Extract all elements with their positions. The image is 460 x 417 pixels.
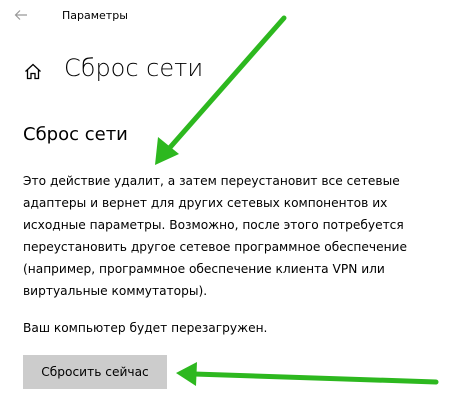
back-button[interactable] xyxy=(10,4,32,26)
home-button[interactable] xyxy=(22,62,44,84)
back-arrow-icon xyxy=(14,6,28,25)
reset-now-button[interactable]: Сбросить сейчас xyxy=(23,355,167,389)
home-icon xyxy=(24,63,42,84)
annotation-arrow-top xyxy=(155,15,287,165)
restart-note: Ваш компьютер будет перезагружен. xyxy=(23,321,268,335)
title-bar: Параметры xyxy=(0,0,460,32)
section-title: Сброс сети xyxy=(23,124,128,145)
page-title: Сброс сети xyxy=(64,54,204,82)
reset-description: Это действие удалит, а затем переустанов… xyxy=(23,174,407,298)
annotation-arrow-bottom xyxy=(176,362,439,386)
app-title: Параметры xyxy=(62,9,128,22)
